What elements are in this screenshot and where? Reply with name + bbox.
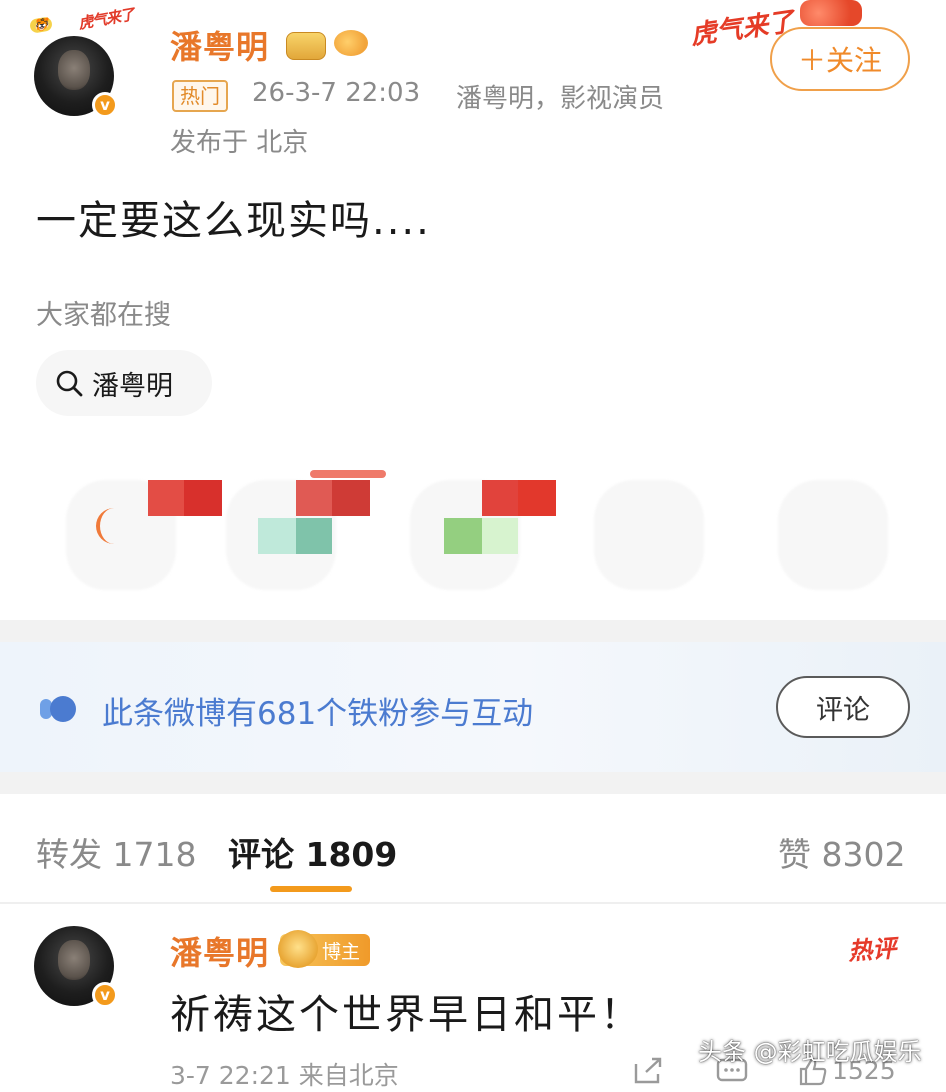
share-icon[interactable] (632, 1056, 664, 1086)
blurred-pixel (148, 480, 184, 516)
search-icon (56, 370, 83, 397)
blurred-pixel (296, 518, 332, 554)
commenter-avatar[interactable]: v (34, 926, 118, 1008)
blurred-pixel (296, 480, 332, 516)
active-tab-indicator (270, 886, 352, 892)
search-hint-label: 大家都在搜 (36, 300, 171, 331)
blogger-badge: 博主 (278, 930, 370, 968)
author-name[interactable]: 潘粤明 (170, 22, 269, 68)
post-timestamp: 26-3-7 22:03 (252, 78, 421, 108)
tab-comments[interactable]: 评论 1809 (228, 828, 397, 876)
hot-tag-badge: 热门 (172, 80, 228, 112)
comment-meta: 3-7 22:21 来自北京 (170, 1061, 399, 1090)
blurred-pixel (518, 480, 556, 516)
fans-icon (40, 696, 76, 722)
comment-button[interactable]: 评论 (776, 676, 910, 738)
avatar-face (58, 50, 90, 90)
watermark: 头条 @彩虹吃瓜娱乐 (698, 1038, 922, 1066)
commenter-name[interactable]: 潘粤明 (170, 928, 269, 974)
blurred-emoji (778, 480, 888, 590)
verified-badge-icon: v (92, 92, 118, 118)
hot-comment-label: 热评 (847, 934, 898, 966)
post-content: 一定要这么现实吗.... (36, 198, 431, 244)
fans-interaction-text: 此条微博有681个铁粉参与互动 (102, 696, 534, 732)
post-location: 发布于 北京 (170, 128, 309, 158)
blurred-pixel (258, 518, 296, 554)
follow-button[interactable]: ＋关注 (770, 27, 910, 91)
avatar-sticker-text: 虎气来了 (76, 5, 136, 33)
blurred-pixel (184, 480, 222, 516)
search-chip[interactable]: 潘粤明 (36, 350, 212, 416)
author-description: 潘粤明，影视演员 (456, 84, 665, 114)
tab-likes[interactable]: 赞 8302 (778, 828, 905, 876)
author-avatar[interactable]: v (34, 36, 118, 118)
blurred-pixel (482, 518, 518, 554)
avatar-face (58, 940, 90, 980)
tab-separator (0, 902, 946, 904)
blogger-badge-label: 博主 (321, 940, 360, 963)
blurred-emoji (594, 480, 704, 590)
avatar-sticker: 🐯 (28, 16, 54, 34)
blurred-pixel (482, 480, 518, 516)
search-chip-label: 潘粤明 (92, 370, 173, 402)
blurred-pixel (310, 470, 386, 478)
section-divider (0, 772, 946, 794)
blurred-pixel (332, 480, 370, 516)
comment-text: 祈祷这个世界早日和平！ (170, 992, 643, 1038)
fan-badge-icon (334, 30, 368, 56)
tab-repost[interactable]: 转发 1718 (36, 828, 196, 876)
verified-badge-icon: v (92, 982, 118, 1008)
section-divider (0, 620, 946, 642)
tiger-deco-icon (800, 0, 862, 26)
blurred-pixel (444, 518, 482, 554)
member-crown-icon (286, 32, 326, 60)
blogger-crown-icon (278, 930, 318, 968)
